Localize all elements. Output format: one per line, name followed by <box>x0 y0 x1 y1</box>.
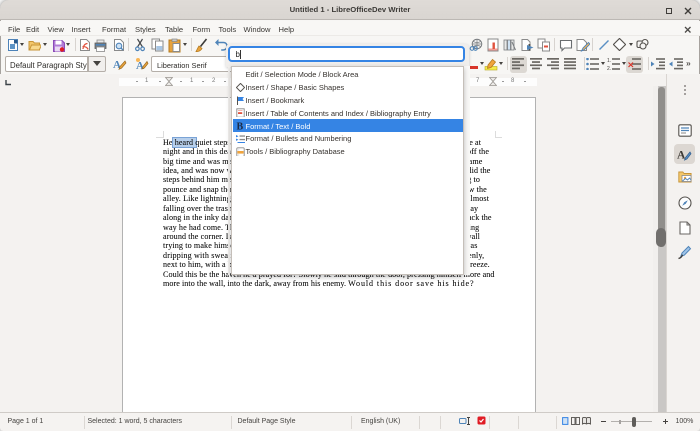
svg-text:1.: 1. <box>607 58 611 64</box>
svg-text:2.: 2. <box>607 66 611 70</box>
svg-text:A: A <box>136 60 144 71</box>
svg-text:B: B <box>236 122 243 131</box>
